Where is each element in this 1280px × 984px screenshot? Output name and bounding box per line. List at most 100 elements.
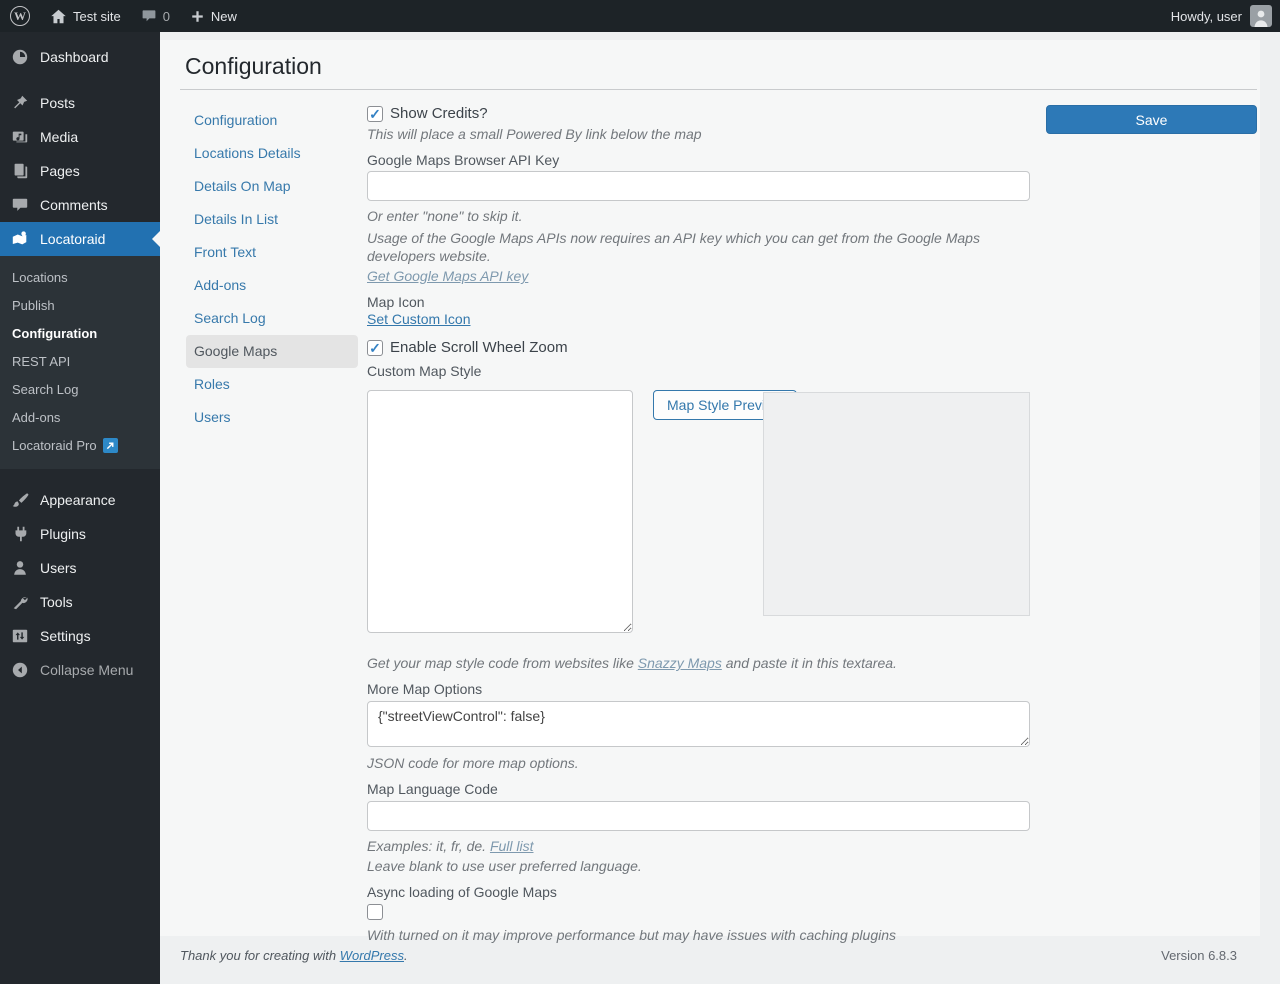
- show-credits-help: This will place a small Powered By link …: [367, 125, 1030, 143]
- api-key-link-row: Get Google Maps API key: [367, 267, 1030, 285]
- custom-map-style-label: Custom Map Style: [367, 362, 1030, 380]
- show-credits-row: Show Credits?: [367, 105, 1030, 122]
- async-checkbox[interactable]: [367, 904, 383, 920]
- tab-front-text[interactable]: Front Text: [186, 236, 358, 269]
- show-credits-label[interactable]: Show Credits?: [390, 105, 488, 122]
- map-icon-label: Map Icon: [367, 293, 1030, 311]
- sidebar-item-label: Media: [40, 129, 78, 145]
- sidebar-item-comments[interactable]: Comments: [0, 188, 160, 222]
- settings-tab-nav: Configuration Locations Details Details …: [186, 104, 358, 434]
- admin-footer: Thank you for creating with WordPress. V…: [160, 948, 1260, 963]
- tab-add-ons[interactable]: Add-ons: [186, 269, 358, 302]
- sidebar-item-plugins[interactable]: Plugins: [0, 517, 160, 551]
- language-help-1: Examples: it, fr, de. Full list: [367, 837, 1030, 855]
- user-icon: [10, 558, 30, 578]
- external-link-icon: [103, 438, 118, 453]
- admin-sidebar: Dashboard Posts Media Pages Comments Loc…: [0, 32, 160, 984]
- new-label: New: [211, 9, 237, 24]
- sidebar-item-label: Posts: [40, 95, 75, 111]
- site-name: Test site: [73, 9, 121, 24]
- collapse-arrow-icon: [10, 660, 30, 680]
- tab-details-in-list[interactable]: Details In List: [186, 203, 358, 236]
- sidebar-item-label: Pages: [40, 163, 80, 179]
- language-label: Map Language Code: [367, 780, 1030, 798]
- collapse-menu-button[interactable]: Collapse Menu: [0, 653, 160, 687]
- wrench-icon: [10, 592, 30, 612]
- sidebar-item-pages[interactable]: Pages: [0, 154, 160, 188]
- sidebar-item-tools[interactable]: Tools: [0, 585, 160, 619]
- api-key-input[interactable]: [367, 171, 1030, 201]
- wordpress-logo-menu[interactable]: W: [0, 0, 40, 32]
- plus-icon: [190, 9, 205, 24]
- sidebar-item-dashboard[interactable]: Dashboard: [0, 40, 160, 74]
- submenu-item-add-ons[interactable]: Add-ons: [0, 403, 160, 431]
- sidebar-item-label: Users: [40, 560, 77, 576]
- submenu-item-publish[interactable]: Publish: [0, 291, 160, 319]
- wordpress-link[interactable]: WordPress: [340, 948, 404, 963]
- tab-locations-details[interactable]: Locations Details: [186, 137, 358, 170]
- pages-icon: [10, 161, 30, 181]
- comments-shortcut[interactable]: 0: [131, 0, 180, 32]
- sidebar-item-media[interactable]: Media: [0, 120, 160, 154]
- tab-search-log[interactable]: Search Log: [186, 302, 358, 335]
- submenu-item-locations[interactable]: Locations: [0, 263, 160, 291]
- admin-bar-right: Howdy, user: [1171, 0, 1280, 32]
- tab-details-on-map[interactable]: Details On Map: [186, 170, 358, 203]
- save-column: Save: [1046, 105, 1257, 134]
- page-title: Configuration: [185, 52, 1260, 80]
- submenu-item-locatoraid-pro[interactable]: Locatoraid Pro: [0, 431, 160, 459]
- sidebar-item-appearance[interactable]: Appearance: [0, 483, 160, 517]
- new-content-menu[interactable]: New: [180, 0, 247, 32]
- sidebar-item-users[interactable]: Users: [0, 551, 160, 585]
- custom-map-style-textarea[interactable]: [367, 390, 633, 633]
- locatoraid-submenu: Locations Publish Configuration REST API…: [0, 256, 160, 469]
- sidebar-item-label: Collapse Menu: [40, 662, 133, 678]
- api-key-help-2: Usage of the Google Maps APIs now requir…: [367, 229, 1030, 265]
- footer-thanks: Thank you for creating with WordPress.: [180, 948, 408, 963]
- tab-users[interactable]: Users: [186, 401, 358, 434]
- admin-bar-left: W Test site 0 New: [0, 0, 247, 32]
- map-style-help: Get your map style code from websites li…: [367, 654, 1030, 672]
- api-key-help-1: Or enter "none" to skip it.: [367, 207, 1030, 225]
- admin-content: Configuration Configuration Locations De…: [160, 32, 1280, 984]
- map-style-row: Map Style Preview: [367, 390, 1030, 636]
- get-api-key-link[interactable]: Get Google Maps API key: [367, 268, 528, 284]
- submenu-item-rest-api[interactable]: REST API: [0, 347, 160, 375]
- scroll-wheel-checkbox[interactable]: [367, 340, 383, 356]
- sliders-icon: [10, 626, 30, 646]
- sidebar-item-posts[interactable]: Posts: [0, 86, 160, 120]
- submenu-item-search-log[interactable]: Search Log: [0, 375, 160, 403]
- avatar[interactable]: [1250, 5, 1272, 27]
- footer-version: Version 6.8.3: [1161, 948, 1237, 963]
- show-credits-checkbox[interactable]: [367, 106, 383, 122]
- comments-icon: [10, 195, 30, 215]
- snazzy-maps-link[interactable]: Snazzy Maps: [638, 655, 722, 671]
- sidebar-item-locatoraid[interactable]: Locatoraid: [0, 222, 160, 256]
- set-custom-icon-link[interactable]: Set Custom Icon: [367, 311, 471, 327]
- scroll-wheel-label[interactable]: Enable Scroll Wheel Zoom: [390, 339, 568, 356]
- brush-icon: [10, 490, 30, 510]
- set-custom-icon-row: Set Custom Icon: [367, 311, 1030, 327]
- tab-google-maps[interactable]: Google Maps: [186, 335, 358, 368]
- sidebar-item-settings[interactable]: Settings: [0, 619, 160, 653]
- tab-roles[interactable]: Roles: [186, 368, 358, 401]
- language-input[interactable]: [367, 801, 1030, 831]
- more-options-textarea[interactable]: {"streetViewControl": false}: [367, 701, 1030, 747]
- async-help: With turned on it may improve performanc…: [367, 926, 1030, 944]
- sidebar-item-label: Plugins: [40, 526, 86, 542]
- scroll-wheel-row: Enable Scroll Wheel Zoom: [367, 339, 1030, 356]
- wordpress-logo-icon: W: [10, 6, 30, 26]
- save-button[interactable]: Save: [1046, 105, 1257, 134]
- site-link[interactable]: Test site: [40, 0, 131, 32]
- google-maps-settings-form: Show Credits? This will place a small Po…: [367, 100, 1030, 944]
- submenu-item-configuration[interactable]: Configuration: [0, 319, 160, 347]
- configuration-panel: Configuration Configuration Locations De…: [160, 40, 1260, 936]
- home-icon: [50, 8, 67, 25]
- more-options-label: More Map Options: [367, 680, 1030, 698]
- async-label: Async loading of Google Maps: [367, 883, 1030, 901]
- media-icon: [10, 127, 30, 147]
- title-divider: [180, 89, 1257, 90]
- full-list-link[interactable]: Full list: [490, 838, 534, 854]
- tab-configuration[interactable]: Configuration: [186, 104, 358, 137]
- howdy-text[interactable]: Howdy, user: [1171, 9, 1242, 24]
